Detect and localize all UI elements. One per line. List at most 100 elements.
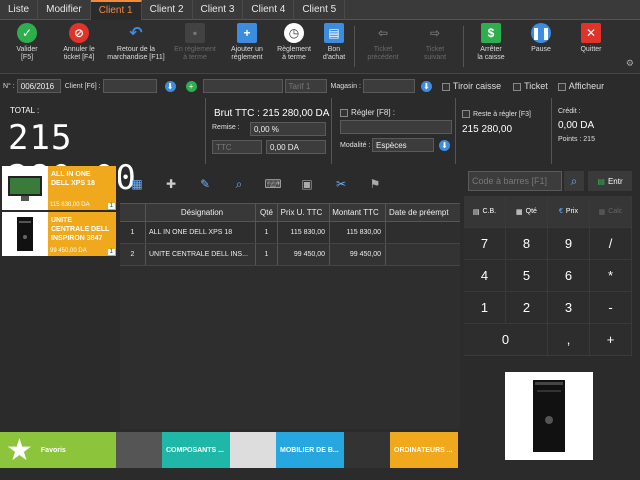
reste-check[interactable] [462, 110, 470, 118]
col-header-montant[interactable]: Montant TTC [330, 204, 386, 221]
afficheur-checkbox[interactable]: Afficheur [557, 81, 605, 91]
tab-client-2[interactable]: Client 2 [142, 0, 193, 20]
key-5[interactable]: 5 [506, 260, 548, 292]
category-mobilier[interactable]: MOBILIER DE B... [230, 432, 344, 468]
add-client-icon[interactable]: + [185, 80, 197, 92]
key-plus[interactable]: + [590, 324, 632, 356]
all-in-one-image [2, 166, 48, 210]
ticket-suivant-button[interactable]: ⇨ Ticket suivant [409, 20, 461, 74]
key-divide[interactable]: / [590, 228, 632, 260]
prix-key[interactable]: € Prix [548, 196, 590, 228]
regler-check[interactable] [340, 108, 348, 117]
enter-button[interactable]: ▤ Entr [588, 171, 632, 191]
category-favoris[interactable]: ★ Favoris [0, 432, 116, 468]
regler-checkbox[interactable]: Régler [F8] : [340, 108, 395, 117]
ajouter-reglement-button[interactable]: + Ajouter un règlement [222, 20, 272, 74]
credit-value: 0,00 DA [558, 120, 595, 131]
col-header-designation[interactable]: Désignation [146, 204, 256, 221]
col-header-date[interactable]: Date de préempt [386, 204, 452, 221]
retour-marchandise-button[interactable]: ↶ Retour de la marchandise [F11] [104, 20, 168, 74]
tab-client-1[interactable]: Client 1 [90, 0, 142, 20]
afficheur-label: Afficheur [568, 81, 605, 91]
cb-label: C.B. [482, 208, 497, 215]
reglement-disabled-button[interactable]: ▪ En règlement à terme [168, 20, 222, 74]
cb-icon: ▤ [472, 208, 480, 216]
key-3[interactable]: 3 [548, 292, 590, 324]
add-line-icon[interactable]: ✚ [154, 177, 188, 191]
tile-price: 115 830,00 DA [50, 202, 90, 208]
ticket-precedent-button[interactable]: ⇦ Ticket précédent [357, 20, 409, 74]
valider-button[interactable]: ✓ Valider [F5] [0, 20, 54, 74]
key-minus[interactable]: - [590, 292, 632, 324]
num-field[interactable]: 006/2016 [16, 79, 61, 93]
col-header-prix[interactable]: Prix U. TTC [278, 204, 330, 221]
tiroir-check[interactable] [441, 82, 450, 91]
tab-client-5[interactable]: Client 5 [294, 0, 346, 20]
annuler-ticket-button[interactable]: ⊘ Annuler le ticket [F4] [54, 20, 104, 74]
client-search-icon[interactable]: ⬇ [164, 80, 176, 92]
row-designation: ALL IN ONE DELL XPS 18 [146, 222, 256, 243]
regler-field[interactable] [340, 120, 452, 134]
magasin-field[interactable] [362, 79, 415, 93]
tab-client-4[interactable]: Client 4 [243, 0, 295, 20]
tiroir-checkbox[interactable]: Tiroir caisse [441, 81, 501, 91]
reglement-terme-button[interactable]: ◷ Règlement à terme [272, 20, 316, 74]
client-field[interactable] [102, 79, 157, 93]
key-multiply[interactable]: * [590, 260, 632, 292]
row-index: 2 [120, 244, 146, 265]
col-header-qte[interactable]: Qté [256, 204, 278, 221]
reste-checkbox[interactable]: Reste à régler [F3] [462, 110, 531, 118]
tab-liste[interactable]: Liste [0, 0, 39, 20]
key-2[interactable]: 2 [506, 292, 548, 324]
barcode-icon[interactable]: ▦ [120, 177, 154, 191]
tab-client-3[interactable]: Client 3 [193, 0, 244, 20]
key-6[interactable]: 6 [548, 260, 590, 292]
tab-modifier[interactable]: Modifier [38, 0, 91, 20]
category-composants[interactable]: COMPOSANTS ... [116, 432, 230, 468]
bon-achat-button[interactable]: ▤ Bon d'achat [316, 20, 352, 74]
key-comma[interactable]: , [548, 324, 590, 356]
ttc-field[interactable]: TTC [212, 140, 262, 154]
modalite-select-icon[interactable]: ⬇ [439, 140, 450, 151]
settings-icon[interactable]: ⚙ [626, 58, 634, 69]
barcode-input[interactable]: Code à barres [F1] [468, 171, 562, 191]
key-7[interactable]: 7 [464, 228, 506, 260]
afficheur-check[interactable] [557, 82, 566, 91]
keyboard-icon[interactable]: ⌨ [256, 177, 290, 191]
quitter-button[interactable]: ✕ Quitter [566, 20, 616, 74]
ticket-checkbox[interactable]: Ticket [513, 81, 548, 91]
calc-key[interactable]: ▦ Calc [590, 196, 632, 228]
ttc-remise-field[interactable]: 0,00 DA [266, 140, 326, 154]
key-4[interactable]: 4 [464, 260, 506, 292]
magasin-select-icon[interactable]: ⬇ [420, 80, 432, 92]
tarif-field[interactable]: Tarif 1 [284, 79, 327, 93]
key-9[interactable]: 9 [548, 228, 590, 260]
table-row[interactable]: 1 ALL IN ONE DELL XPS 18 1 115 830,00 11… [120, 222, 460, 244]
regler-label: Régler [F8] : [351, 108, 396, 117]
key-1[interactable]: 1 [464, 292, 506, 324]
qte-key[interactable]: ▦ Qté [506, 196, 548, 228]
arreter-caisse-button[interactable]: $ Arrêter la caisse [466, 20, 516, 74]
scissors-icon[interactable]: ✂ [324, 177, 358, 191]
comment-icon[interactable]: ✎ [188, 177, 222, 191]
row-date [386, 244, 452, 265]
client-name-field[interactable] [202, 79, 283, 93]
key-8[interactable]: 8 [506, 228, 548, 260]
pause-button[interactable]: ❚❚ Pause [516, 20, 566, 74]
remise-field[interactable]: 0,00 % [250, 122, 326, 136]
ticket-tile[interactable]: UNITE CENTRALE DELL INSPIRON 3847 99 450… [2, 212, 116, 256]
modalite-field[interactable]: Espèces [372, 138, 434, 152]
ticket-tile[interactable]: ALL IN ONE DELL XPS 18 115 830,00 DA 1 [2, 166, 116, 210]
brut-value: 215 280,00 DA [262, 108, 330, 119]
table-row[interactable]: 2 UNITE CENTRALE DELL INS... 1 99 450,00… [120, 244, 460, 266]
flag-icon[interactable]: ⚑ [358, 177, 392, 191]
barcode-search-icon[interactable]: ⌕ [564, 171, 584, 191]
ticket-check[interactable] [513, 82, 522, 91]
add-payment-icon: + [237, 23, 257, 43]
key-0[interactable]: 0 [464, 324, 548, 356]
search-icon[interactable]: ⌕ [222, 177, 256, 192]
category-ordinateurs[interactable]: ORDINATEURS ... [344, 432, 458, 468]
total-label: TOTAL : [10, 106, 40, 115]
box-icon[interactable]: ▣ [290, 177, 324, 191]
cb-key[interactable]: ▤ C.B. [464, 196, 506, 228]
